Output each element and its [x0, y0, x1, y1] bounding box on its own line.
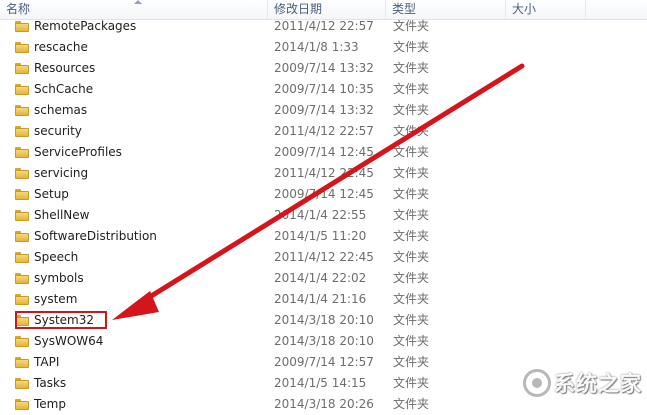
folder-icon — [15, 210, 29, 221]
folder-type: 文件夹 — [393, 397, 430, 411]
folder-name: RemotePackages — [34, 19, 137, 33]
folder-type: 文件夹 — [393, 145, 430, 159]
folder-name: TAPI — [34, 355, 60, 369]
folder-name: servicing — [34, 166, 89, 180]
folder-icon — [15, 21, 29, 32]
folder-type: 文件夹 — [393, 271, 430, 285]
folder-type: 文件夹 — [393, 187, 430, 201]
folder-modified-date: 2014/1/4 21:16 — [274, 292, 367, 306]
folder-modified-date: 2009/7/14 13:32 — [274, 61, 374, 75]
folder-icon — [15, 147, 29, 158]
folder-name: SchCache — [34, 82, 94, 96]
sort-ascending-icon — [134, 0, 142, 4]
folder-type: 文件夹 — [393, 250, 430, 264]
folder-icon — [15, 252, 29, 263]
folder-type: 文件夹 — [393, 355, 430, 369]
folder-name: SoftwareDistribution — [34, 229, 157, 243]
folder-type: 文件夹 — [393, 82, 430, 96]
list-item[interactable]: SchCache 2009/7/14 10:35 文件夹 — [0, 79, 647, 100]
folder-modified-date: 2014/1/8 1:33 — [274, 40, 359, 54]
folder-icon — [15, 273, 29, 284]
folder-name: Resources — [34, 61, 96, 75]
folder-modified-date: 2011/4/12 22:45 — [274, 250, 374, 264]
folder-type: 文件夹 — [393, 334, 430, 348]
folder-icon — [15, 168, 29, 179]
watermark: 系统之家 — [523, 366, 643, 404]
folder-type: 文件夹 — [393, 61, 430, 75]
folder-modified-date: 2014/1/4 22:55 — [274, 208, 367, 222]
folder-icon — [15, 126, 29, 137]
folder-modified-date: 2014/3/18 20:26 — [274, 397, 374, 411]
folder-name: schemas — [34, 103, 88, 117]
folder-modified-date: 2011/4/12 22:57 — [274, 19, 374, 33]
folder-icon — [15, 294, 29, 305]
folder-icon — [15, 336, 29, 347]
list-item[interactable]: Resources 2009/7/14 13:32 文件夹 — [0, 58, 647, 79]
folder-type: 文件夹 — [393, 124, 430, 138]
list-item[interactable]: ServiceProfiles 2009/7/14 12:45 文件夹 — [0, 142, 647, 163]
folder-name: symbols — [34, 271, 84, 285]
folder-modified-date: 2011/4/12 22:57 — [274, 124, 374, 138]
folder-modified-date: 2009/7/14 10:35 — [274, 82, 374, 96]
folder-modified-date: 2014/3/18 20:10 — [274, 334, 374, 348]
list-item[interactable]: RemotePackages 2011/4/12 22:57 文件夹 — [0, 16, 647, 37]
folder-icon — [15, 231, 29, 242]
highlight-box-system32 — [15, 311, 107, 329]
folder-type: 文件夹 — [393, 103, 430, 117]
folder-icon — [15, 399, 29, 410]
folder-modified-date: 2009/7/14 12:45 — [274, 187, 374, 201]
folder-name: Speech — [34, 250, 79, 264]
folder-icon — [15, 357, 29, 368]
folder-icon — [15, 63, 29, 74]
list-item[interactable]: SoftwareDistribution 2014/1/5 11:20 文件夹 — [0, 226, 647, 247]
file-list: RemotePackages 2011/4/12 22:57 文件夹 rescache… — [0, 16, 647, 415]
folder-modified-date: 2009/7/14 12:57 — [274, 355, 374, 369]
folder-type: 文件夹 — [393, 229, 430, 243]
folder-icon — [15, 42, 29, 53]
folder-modified-date: 2014/1/5 14:15 — [274, 376, 367, 390]
list-item[interactable]: schemas 2009/7/14 13:32 文件夹 — [0, 100, 647, 121]
folder-name: Tasks — [34, 376, 67, 390]
folder-modified-date: 2014/3/18 20:10 — [274, 313, 374, 327]
folder-icon — [15, 378, 29, 389]
folder-name: SysWOW64 — [34, 334, 104, 348]
folder-type: 文件夹 — [393, 40, 430, 54]
folder-name: system — [34, 292, 78, 306]
folder-name: ServiceProfiles — [34, 145, 122, 159]
list-item[interactable]: Speech 2011/4/12 22:45 文件夹 — [0, 247, 647, 268]
watermark-text: 系统之家 — [554, 372, 642, 396]
list-item[interactable]: Setup 2009/7/14 12:45 文件夹 — [0, 184, 647, 205]
folder-name: Temp — [34, 397, 66, 411]
list-item[interactable]: SysWOW64 2014/3/18 20:10 文件夹 — [0, 331, 647, 352]
folder-name: ShellNew — [34, 208, 90, 222]
folder-icon — [15, 189, 29, 200]
list-item[interactable]: symbols 2014/1/4 22:02 文件夹 — [0, 268, 647, 289]
folder-modified-date: 2011/4/12 22:45 — [274, 166, 374, 180]
folder-modified-date: 2009/7/14 13:32 — [274, 103, 374, 117]
list-item[interactable]: servicing 2011/4/12 22:45 文件夹 — [0, 163, 647, 184]
folder-icon — [15, 105, 29, 116]
folder-name: Setup — [34, 187, 69, 201]
folder-modified-date: 2014/1/4 22:02 — [274, 271, 367, 285]
folder-type: 文件夹 — [393, 313, 430, 327]
watermark-logo-icon — [523, 369, 551, 397]
folder-type: 文件夹 — [393, 208, 430, 222]
folder-name: security — [34, 124, 82, 138]
folder-name: rescache — [34, 40, 88, 54]
folder-modified-date: 2014/1/5 11:20 — [274, 229, 367, 243]
list-item[interactable]: security 2011/4/12 22:57 文件夹 — [0, 121, 647, 142]
folder-modified-date: 2009/7/14 12:45 — [274, 145, 374, 159]
folder-type: 文件夹 — [393, 292, 430, 306]
list-item[interactable]: system 2014/1/4 21:16 文件夹 — [0, 289, 647, 310]
folder-type: 文件夹 — [393, 19, 430, 33]
folder-icon — [15, 84, 29, 95]
list-item[interactable]: rescache 2014/1/8 1:33 文件夹 — [0, 37, 647, 58]
folder-type: 文件夹 — [393, 166, 430, 180]
list-item[interactable]: ShellNew 2014/1/4 22:55 文件夹 — [0, 205, 647, 226]
folder-type: 文件夹 — [393, 376, 430, 390]
